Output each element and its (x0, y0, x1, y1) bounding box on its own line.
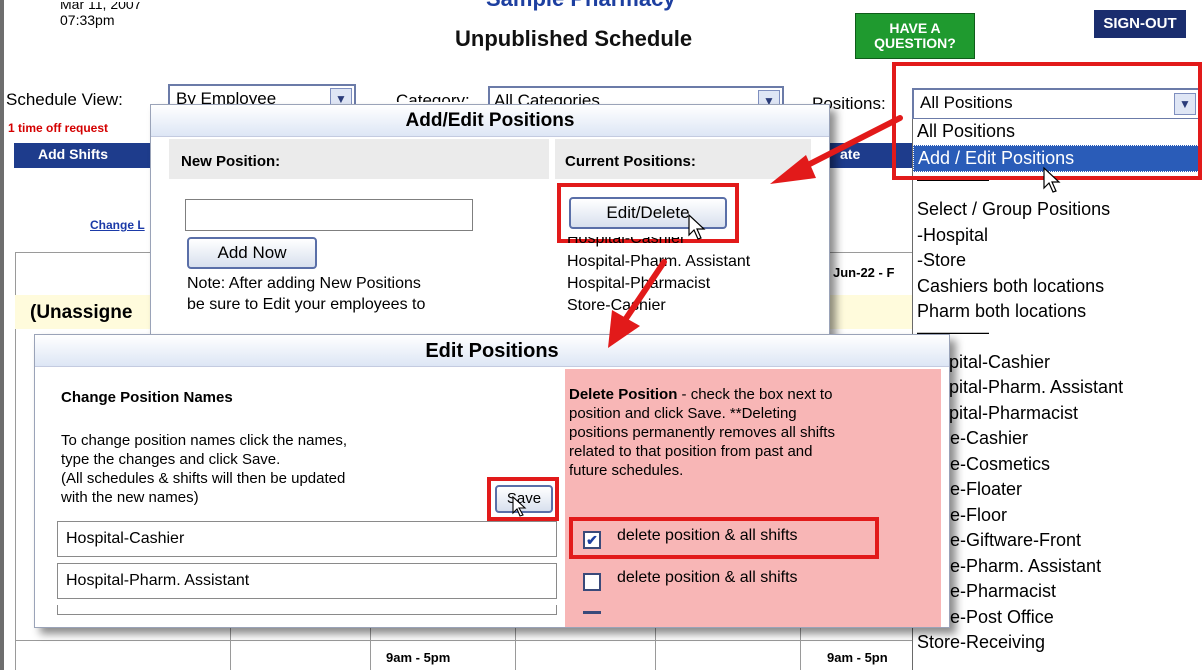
arrow-to-edit-delete (770, 115, 903, 184)
arrow-to-edit-dialog (608, 259, 667, 348)
annotation-arrows (608, 115, 903, 348)
